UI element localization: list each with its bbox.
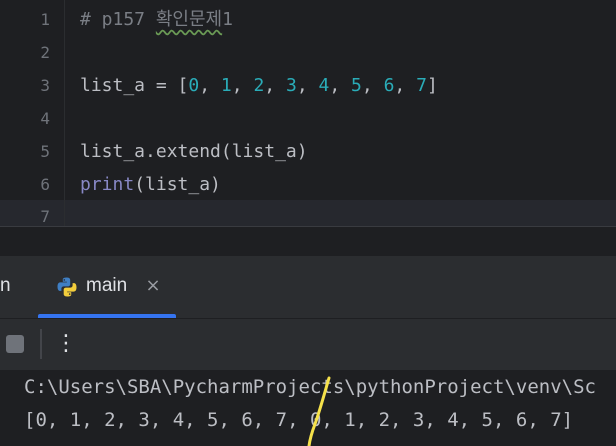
line-number: 7 — [40, 207, 50, 226]
comment-text: # p157 — [80, 9, 156, 30]
list-separator: , — [231, 75, 254, 96]
more-vertical-icon[interactable]: ⋮ — [54, 329, 78, 359]
number-literal: 5 — [351, 75, 362, 96]
number-literal: 6 — [383, 75, 395, 96]
active-tab-indicator — [38, 314, 176, 318]
list-separator: , — [361, 75, 384, 96]
run-tab-label: main — [86, 275, 128, 296]
list-separator: , — [329, 75, 352, 96]
code-editor[interactable]: 1 2 3 4 5 6 7 # p157 확인문제1 list_a = [0, … — [0, 0, 616, 226]
number-literal: 2 — [253, 75, 265, 96]
console-line-command: C:\Users\SBA\PycharmProjects\pythonProje… — [24, 376, 596, 398]
run-tab-main[interactable]: main × — [38, 256, 176, 318]
print-arguments: (list_a) — [134, 174, 221, 195]
list-separator: , — [199, 75, 221, 96]
close-icon[interactable]: × — [144, 274, 162, 298]
toolbar-separator — [40, 329, 42, 359]
code-line-print[interactable]: print(list_a) — [80, 173, 221, 197]
code-line-comment[interactable]: # p157 확인문제1 — [80, 8, 233, 32]
code-line-assignment[interactable]: list_a = [0, 1, 2, 3, 4, 5, 6, 7] — [80, 74, 438, 98]
number-literal: 0 — [188, 75, 200, 96]
number-literal: 4 — [318, 75, 330, 96]
run-tool-window: n main × ⋮ C:\Users\SBA\PycharmProjects\… — [0, 256, 616, 446]
tool-window-title: n — [0, 275, 11, 296]
list-separator: , — [296, 75, 319, 96]
number-literal: 1 — [220, 75, 232, 96]
list-separator: , — [264, 75, 286, 96]
python-logo-icon — [57, 277, 77, 297]
console-output[interactable]: C:\Users\SBA\PycharmProjects\pythonProje… — [0, 370, 616, 446]
line-number-gutter: 1 2 3 4 5 6 7 — [0, 0, 64, 226]
current-line-highlight — [0, 200, 616, 226]
line-number: 2 — [40, 43, 50, 62]
line-number: 5 — [40, 142, 50, 161]
number-literal: 7 — [416, 75, 427, 96]
run-toolbar: ⋮ — [0, 319, 616, 369]
code-line-extend[interactable]: list_a.extend(list_a) — [80, 140, 308, 164]
comment-tail-text: 1 — [222, 9, 233, 30]
number-literal: 3 — [285, 75, 297, 96]
line-number: 4 — [40, 109, 50, 128]
line-number: 6 — [40, 175, 50, 194]
assignment-prefix: list_a = [ — [80, 75, 189, 96]
line-number: 1 — [40, 10, 50, 29]
stop-icon[interactable] — [6, 335, 24, 353]
assignment-suffix: ] — [426, 75, 438, 96]
run-tab-bar: n main × — [0, 256, 616, 319]
list-separator: , — [394, 75, 417, 96]
line-number: 3 — [40, 76, 50, 95]
comment-korean-text: 확인문제 — [155, 9, 223, 30]
console-line-result: [0, 1, 2, 3, 4, 5, 6, 7, 0, 1, 2, 3, 4, … — [24, 409, 574, 431]
editor-run-splitter[interactable] — [0, 226, 616, 257]
builtin-function-print: print — [80, 174, 135, 195]
gutter-divider — [64, 0, 65, 226]
